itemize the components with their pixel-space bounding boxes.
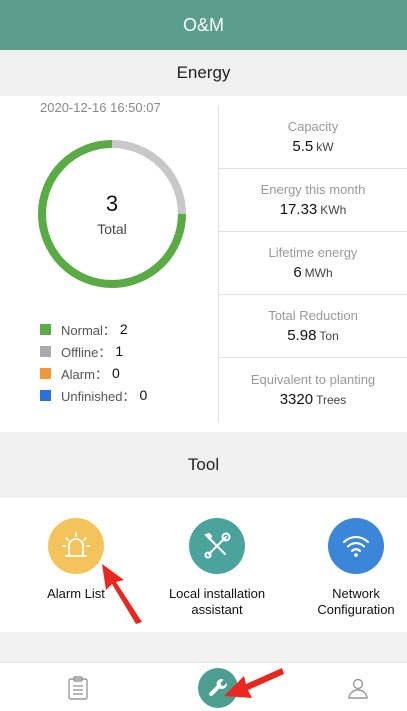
stat-label: Equivalent to planting xyxy=(250,371,376,387)
stat-trees: Equivalent to planting 3320 Trees xyxy=(219,358,407,421)
stat-label: Energy this month xyxy=(260,182,366,197)
wrench-screwdriver-icon xyxy=(204,532,231,559)
stat-label: Capacity xyxy=(287,119,339,134)
stat-value: 5.5 kW xyxy=(292,138,333,155)
stat-number: 5.5 xyxy=(292,138,314,155)
stat-label: Lifetime energy xyxy=(268,245,358,260)
alarm-swatch xyxy=(40,367,51,379)
bottom-nav xyxy=(0,662,407,711)
installation-icon-circle[interactable] xyxy=(189,518,245,574)
energy-section-title: Energy xyxy=(176,63,231,82)
local-installation-assistant-button[interactable]: Local installation assistant xyxy=(142,518,292,618)
stat-unit: KWh xyxy=(320,203,347,217)
legend-value: 2 xyxy=(119,321,128,337)
stat-value: 17.33 KWh xyxy=(280,201,347,218)
stat-unit: Trees xyxy=(316,392,347,407)
stat-value: 6 MWh xyxy=(293,264,332,281)
legend-label: Offline： xyxy=(61,344,112,360)
app-title: O&M xyxy=(182,14,224,35)
network-configuration-label: Network Configuration xyxy=(317,586,395,617)
stat-number: 6 xyxy=(293,264,302,281)
status-legend: Normal： 2 Offline： 1 Alarm： 0 Unfinished… xyxy=(40,318,147,406)
energy-section-header: Energy xyxy=(0,50,407,96)
stat-capacity: Capacity 5.5 kW xyxy=(219,106,407,169)
stat-unit: Ton xyxy=(319,329,339,343)
stat-total-reduction: Total Reduction 5.98 Ton xyxy=(219,295,407,358)
wifi-icon xyxy=(342,535,370,557)
network-icon-circle[interactable] xyxy=(328,518,384,574)
legend-label: Alarm： xyxy=(61,366,108,382)
alarm-list-icon-circle[interactable] xyxy=(48,518,104,574)
app-header: O&M xyxy=(0,0,407,50)
network-configuration-button[interactable]: Network Configuration xyxy=(281,518,407,618)
stat-value: 5.98 Ton xyxy=(287,327,339,344)
nav-profile-tab[interactable] xyxy=(318,663,398,711)
content-spacer xyxy=(0,632,407,662)
alarm-light-icon xyxy=(62,532,90,557)
legend-unfinished: Unfinished： 0 xyxy=(40,384,147,406)
nav-reports-tab[interactable] xyxy=(38,663,118,711)
normal-swatch xyxy=(40,323,51,335)
total-device-count: 3 xyxy=(105,191,119,216)
legend-value: 1 xyxy=(115,343,124,359)
alarm-list-label: Alarm List xyxy=(47,586,105,601)
tool-grid: Alarm List Local installation assistant xyxy=(0,498,407,632)
update-timestamp: 2020-12-16 16:50:07 xyxy=(40,100,161,115)
stat-energy-month: Energy this month 17.33 KWh xyxy=(219,169,407,232)
total-label: Total xyxy=(97,221,127,237)
installation-assistant-label: Local installation assistant xyxy=(168,586,266,617)
stat-number: 3320 xyxy=(279,390,314,408)
legend-label: Normal： xyxy=(61,322,116,338)
stat-unit: MWh xyxy=(304,266,333,280)
unfinished-swatch xyxy=(40,389,51,401)
nav-tools-tab[interactable] xyxy=(178,663,258,711)
tool-section-header: Tool xyxy=(0,432,407,498)
legend-label: Unfinished： xyxy=(61,388,136,404)
legend-offline: Offline： 1 xyxy=(40,340,147,362)
ring-center: 3 Total xyxy=(34,136,190,292)
alarm-list-button[interactable]: Alarm List xyxy=(1,518,151,602)
wrench-icon xyxy=(209,678,227,696)
energy-panel: 2020-12-16 16:50:07 3 Total Normal： 2 Of… xyxy=(0,96,407,432)
active-tab-circle[interactable] xyxy=(198,667,238,708)
person-icon xyxy=(348,678,368,699)
legend-value: 0 xyxy=(139,387,148,403)
legend-alarm: Alarm： 0 xyxy=(40,362,147,384)
tool-section-title: Tool xyxy=(187,455,220,474)
stat-lifetime-energy: Lifetime energy 6 MWh xyxy=(219,232,407,295)
legend-value: 0 xyxy=(111,365,120,381)
energy-stats: Capacity 5.5 kW Energy this month 17.33 KW… xyxy=(219,106,407,421)
legend-normal: Normal： 2 xyxy=(40,318,147,340)
clipboard-icon xyxy=(68,675,88,700)
stat-number: 17.33 xyxy=(279,201,318,218)
stat-unit: kW xyxy=(316,140,334,154)
stat-number: 5.98 xyxy=(287,327,317,344)
offline-swatch xyxy=(40,345,51,357)
stat-label: Total Reduction xyxy=(268,308,358,323)
stat-value: 3320 Trees xyxy=(280,391,347,408)
